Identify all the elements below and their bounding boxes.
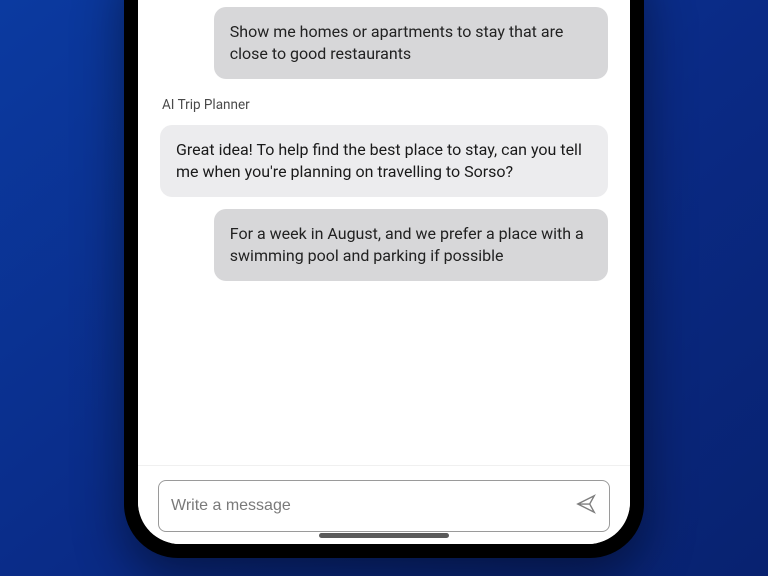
- message-user: Show me homes or apartments to stay that…: [214, 7, 608, 79]
- send-button[interactable]: [575, 493, 597, 519]
- message-user: For a week in August, and we prefer a pl…: [214, 209, 608, 281]
- chat-thread: Helpful Not helpful Show me homes or apa…: [138, 0, 630, 465]
- message-text: Great idea! To help find the best place …: [176, 140, 582, 181]
- assistant-name-label: AI Trip Planner: [162, 97, 608, 113]
- home-indicator[interactable]: [319, 533, 449, 538]
- message-input[interactable]: [171, 497, 565, 515]
- screen: Helpful Not helpful Show me homes or apa…: [138, 0, 630, 544]
- message-text: For a week in August, and we prefer a pl…: [230, 224, 584, 265]
- message-assistant: Great idea! To help find the best place …: [160, 125, 608, 197]
- message-text: Show me homes or apartments to stay that…: [230, 22, 564, 63]
- send-icon: [575, 493, 597, 519]
- spacer: [160, 293, 608, 299]
- phone-frame: Helpful Not helpful Show me homes or apa…: [124, 0, 644, 558]
- composer: [158, 480, 610, 532]
